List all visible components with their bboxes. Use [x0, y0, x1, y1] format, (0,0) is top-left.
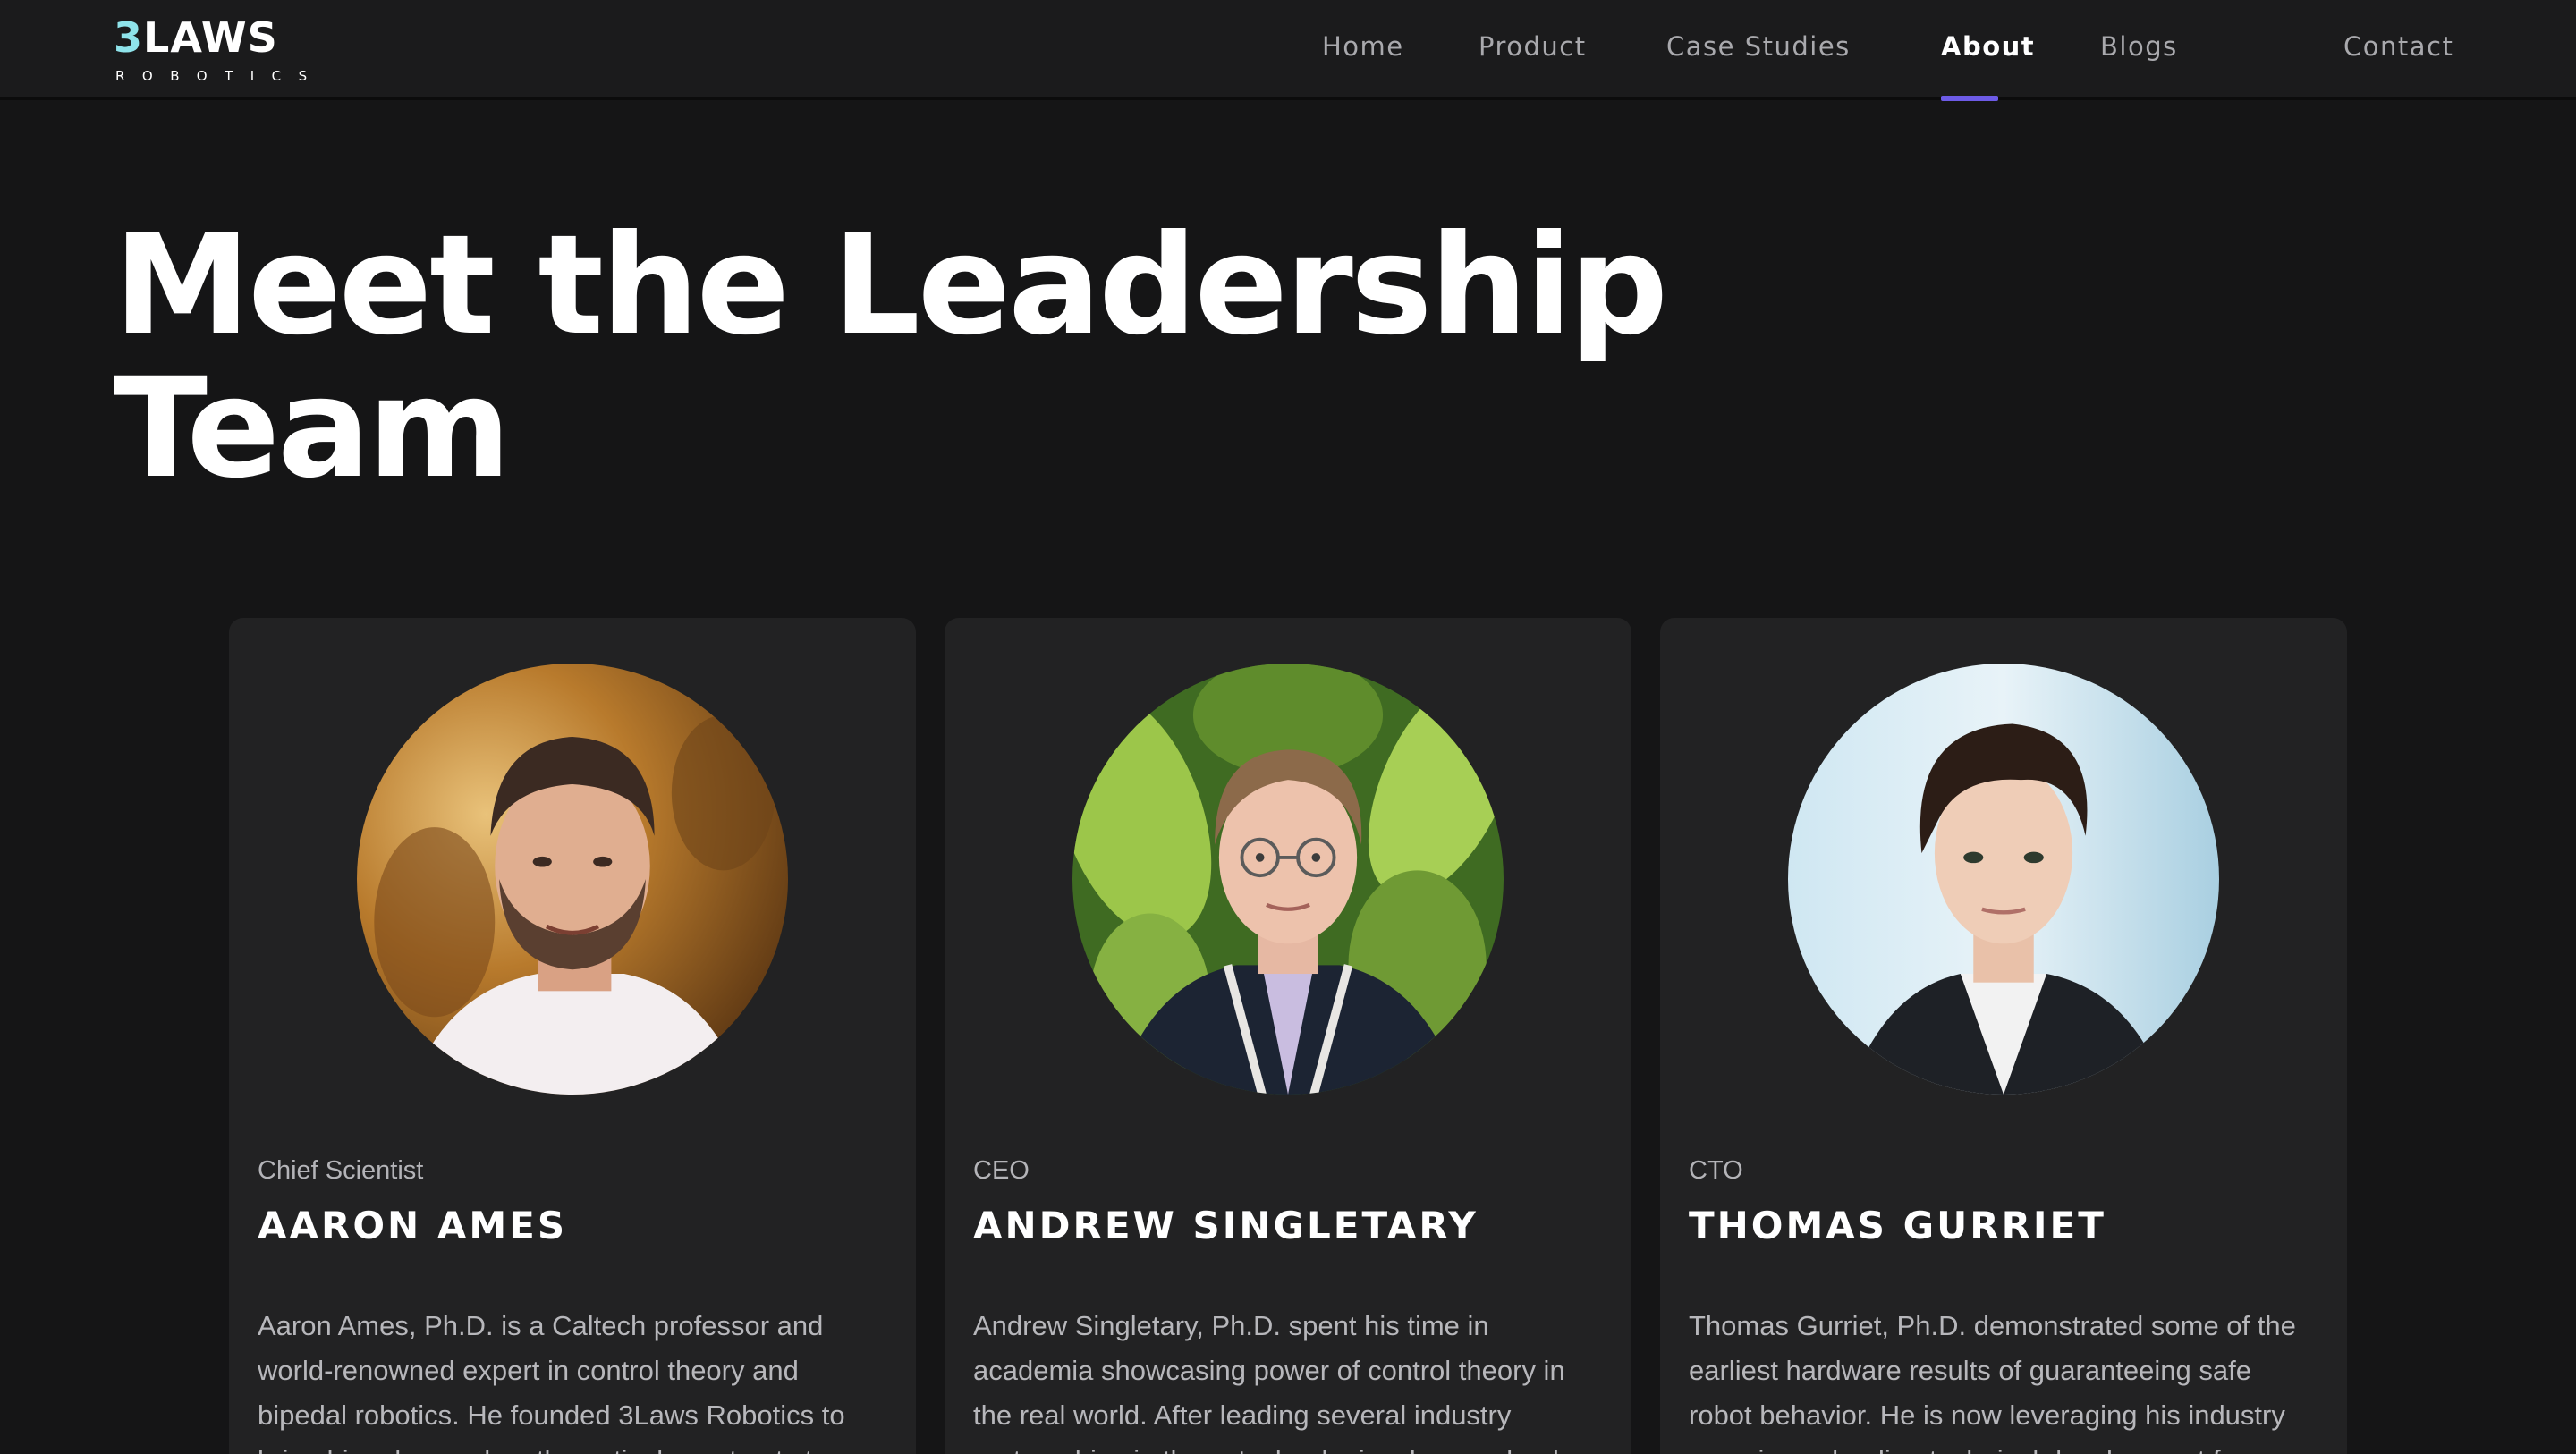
team-bio: Andrew Singletary, Ph.D. spent his time …: [973, 1310, 1572, 1454]
team-name: AARON AMES: [258, 1204, 568, 1247]
avatar-andrew-singletary: [1072, 664, 1504, 1095]
portrait-photo: [1072, 664, 1504, 1095]
page-title: Meet the Leadership Team: [114, 215, 1724, 501]
logo-subtitle: ROBOTICS: [115, 68, 325, 84]
team-name: ANDREW SINGLETARY: [973, 1204, 1479, 1247]
nav-case-studies[interactable]: Case Studies: [1666, 27, 1851, 66]
site-header: 3LAWS ROBOTICS Home Product Case Studies…: [0, 0, 2576, 101]
nav-about[interactable]: About: [1941, 27, 2035, 66]
team-bio: Aaron Ames, Ph.D. is a Caltech professor…: [258, 1310, 845, 1454]
avatar-aaron-ames: [357, 664, 788, 1095]
portrait-photo: [357, 664, 788, 1095]
brand-logo[interactable]: 3LAWS ROBOTICS: [114, 17, 364, 84]
nav-blogs[interactable]: Blogs: [2100, 27, 2178, 66]
logo-name: LAWS: [143, 13, 278, 62]
active-nav-indicator: [1941, 96, 1998, 101]
team-bio: Thomas Gurriet, Ph.D. demonstrated some …: [1689, 1310, 2296, 1454]
team-name: THOMAS GURRIET: [1689, 1204, 2106, 1247]
team-card-andrew-singletary: CEO ANDREW SINGLETARY Andrew Singletary,…: [945, 618, 1631, 1454]
logo-wordmark: 3LAWS: [114, 17, 278, 58]
team-role: CTO: [1689, 1156, 1743, 1185]
team-card-thomas-gurriet: CTO THOMAS GURRIET Thomas Gurriet, Ph.D.…: [1660, 618, 2347, 1454]
page-title-line-1: Meet the Leadership: [114, 206, 1668, 366]
team-role: CEO: [973, 1156, 1030, 1185]
team-card-aaron-ames: Chief Scientist AARON AMES Aaron Ames, P…: [229, 618, 916, 1454]
about-page: 3LAWS ROBOTICS Home Product Case Studies…: [0, 0, 2576, 1454]
page-title-line-2: Team: [114, 349, 511, 509]
logo-digit: 3: [114, 13, 144, 62]
portrait-photo: [1788, 664, 2219, 1095]
nav-contact[interactable]: Contact: [2343, 27, 2453, 66]
nav-home[interactable]: Home: [1322, 27, 1404, 66]
nav-product[interactable]: Product: [1479, 27, 1587, 66]
team-role: Chief Scientist: [258, 1156, 424, 1185]
avatar-thomas-gurriet: [1788, 664, 2219, 1095]
